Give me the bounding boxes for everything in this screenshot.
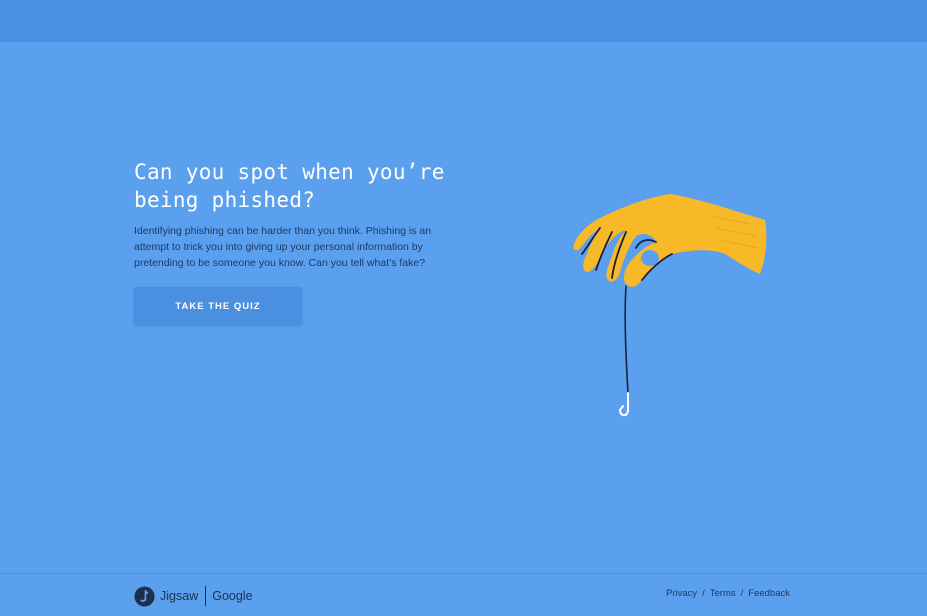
top-bar [0, 0, 927, 42]
google-brand-label: Google [212, 589, 253, 603]
hand-holding-fishhook-icon [573, 194, 767, 417]
hero-description: Identifying phishing can be harder than … [134, 225, 432, 269]
brand-lockup[interactable]: Jigsaw Google [134, 585, 253, 607]
privacy-link[interactable]: Privacy [666, 588, 697, 599]
page-title: Can you spot when you’re being phished? [134, 160, 445, 212]
link-separator: / [740, 588, 744, 599]
jigsaw-logo-icon [134, 585, 155, 607]
link-separator: / [702, 588, 705, 599]
terms-link[interactable]: Terms [710, 588, 736, 599]
feedback-link[interactable]: Feedback [748, 588, 790, 599]
footer: Jigsaw Google Privacy / Terms / Feedback [0, 573, 927, 616]
brand-divider [205, 586, 207, 606]
take-the-quiz-button[interactable]: TAKE THE QUIZ [134, 287, 302, 325]
jigsaw-brand-label: Jigsaw [160, 589, 199, 603]
footer-links: Privacy / Terms / Feedback [666, 588, 790, 599]
